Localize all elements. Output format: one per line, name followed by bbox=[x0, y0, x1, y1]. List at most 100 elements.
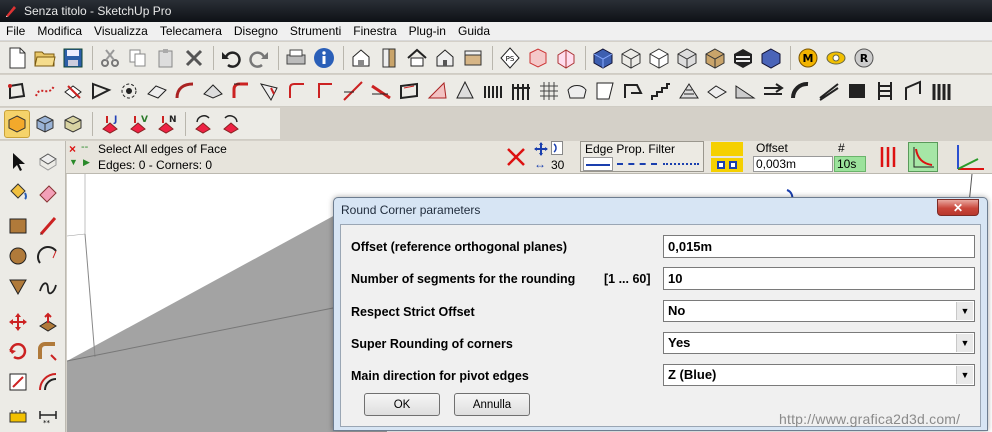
rotate-joint-icon[interactable] bbox=[190, 110, 216, 138]
wireframe-icon[interactable] bbox=[618, 44, 644, 72]
box-icon[interactable] bbox=[460, 44, 486, 72]
segments-input[interactable] bbox=[663, 267, 975, 290]
frame-icon[interactable] bbox=[396, 77, 422, 105]
back-edges-icon[interactable] bbox=[553, 44, 579, 72]
stairs-icon[interactable] bbox=[648, 77, 674, 105]
curve-graph-icon[interactable] bbox=[908, 142, 938, 172]
menu-file[interactable]: File bbox=[0, 22, 31, 41]
menu-visualizza[interactable]: Visualizza bbox=[88, 22, 154, 41]
freehand-icon[interactable] bbox=[34, 271, 62, 301]
angle-icon[interactable] bbox=[312, 77, 338, 105]
pillars-icon[interactable] bbox=[480, 77, 506, 105]
surface-icon[interactable] bbox=[564, 77, 590, 105]
tape-measure-icon[interactable] bbox=[4, 401, 32, 431]
pencil-line-icon[interactable] bbox=[34, 211, 62, 241]
shape-icon[interactable] bbox=[592, 77, 618, 105]
loft-icon[interactable] bbox=[144, 77, 170, 105]
hidden-edge-option[interactable] bbox=[663, 163, 699, 165]
menu-telecamera[interactable]: Telecamera bbox=[154, 22, 228, 41]
chevron-down-icon[interactable]: ▼ bbox=[956, 366, 973, 384]
new-file-icon[interactable] bbox=[4, 44, 30, 72]
red-bars-icon[interactable] bbox=[878, 145, 902, 172]
super-rounding-select[interactable]: Yes ▼ bbox=[663, 332, 975, 354]
make-component-icon[interactable] bbox=[348, 44, 374, 72]
redo-icon[interactable] bbox=[246, 44, 272, 72]
block-icon[interactable] bbox=[844, 77, 870, 105]
offset-tool-icon[interactable] bbox=[34, 367, 62, 397]
component-icon[interactable] bbox=[34, 147, 62, 177]
strict-offset-select[interactable]: No ▼ bbox=[663, 300, 975, 322]
monochrome-icon[interactable] bbox=[730, 44, 756, 72]
sweep-icon[interactable] bbox=[172, 77, 198, 105]
save-icon[interactable] bbox=[60, 44, 86, 72]
joint-v-icon[interactable]: V bbox=[125, 110, 151, 138]
plugin-m-icon[interactable]: M bbox=[795, 44, 821, 72]
joint-n-icon[interactable]: N bbox=[153, 110, 179, 138]
dimension-icon[interactable]: ** bbox=[34, 401, 62, 431]
axes-icon[interactable] bbox=[954, 143, 986, 174]
component-ps-icon[interactable]: PS bbox=[497, 44, 523, 72]
menu-finestra[interactable]: Finestra bbox=[347, 22, 402, 41]
dialog-close-button[interactable]: ✕ bbox=[937, 199, 979, 216]
textured-icon[interactable] bbox=[702, 44, 728, 72]
corner-mode-toggle[interactable] bbox=[711, 158, 743, 172]
scale-icon[interactable] bbox=[4, 367, 32, 397]
joint-j-icon[interactable]: J bbox=[97, 110, 123, 138]
roof-icon[interactable] bbox=[200, 77, 226, 105]
follow-me-icon[interactable] bbox=[34, 337, 62, 367]
move-icon[interactable] bbox=[4, 307, 32, 337]
polyline-icon[interactable] bbox=[4, 77, 30, 105]
eraser-icon[interactable] bbox=[34, 177, 62, 207]
extrude-icon[interactable] bbox=[60, 77, 86, 105]
curve-icon[interactable] bbox=[620, 77, 646, 105]
soft-edge-option[interactable] bbox=[617, 163, 657, 165]
circle-icon[interactable] bbox=[4, 241, 32, 271]
triangle-icon[interactable] bbox=[424, 77, 450, 105]
plugin-tag-icon[interactable] bbox=[823, 44, 849, 72]
print-icon[interactable] bbox=[283, 44, 309, 72]
undo-icon[interactable] bbox=[218, 44, 244, 72]
arrows-icon[interactable] bbox=[760, 77, 786, 105]
offset-input[interactable] bbox=[663, 235, 975, 258]
menu-disegno[interactable]: Disegno bbox=[228, 22, 284, 41]
trim-icon[interactable] bbox=[368, 77, 394, 105]
railing-icon[interactable] bbox=[816, 77, 842, 105]
info-icon[interactable] bbox=[311, 44, 337, 72]
cone-icon[interactable] bbox=[452, 77, 478, 105]
rotate-icon[interactable] bbox=[4, 337, 32, 367]
sharp-box-icon[interactable] bbox=[32, 110, 58, 138]
menu-modifica[interactable]: Modifica bbox=[31, 22, 88, 41]
chevron-down-icon[interactable]: ▼ bbox=[956, 334, 973, 352]
edge-filter-panel[interactable]: Edge Prop. Filter bbox=[580, 141, 704, 172]
cancel-button[interactable]: Annulla bbox=[454, 393, 530, 416]
chevron-down-icon[interactable]: ▼ bbox=[956, 302, 973, 320]
house-icon[interactable] bbox=[432, 44, 458, 72]
cut-icon[interactable] bbox=[97, 44, 123, 72]
round-corner-icon[interactable] bbox=[228, 77, 254, 105]
grid-icon[interactable] bbox=[536, 77, 562, 105]
plain-edge-option[interactable] bbox=[583, 157, 613, 171]
menu-strumenti[interactable]: Strumenti bbox=[284, 22, 347, 41]
blue-cube-icon[interactable] bbox=[758, 44, 784, 72]
arc-toggle-icon[interactable] bbox=[551, 141, 563, 155]
post-icon[interactable] bbox=[900, 77, 926, 105]
copy-icon[interactable] bbox=[125, 44, 151, 72]
corner-icon[interactable] bbox=[284, 77, 310, 105]
paint-bucket-icon[interactable] bbox=[4, 177, 32, 207]
corner-color-swatch[interactable] bbox=[711, 142, 743, 156]
bevel-box-icon[interactable] bbox=[60, 110, 86, 138]
cancel-x-icon[interactable]: × bbox=[69, 142, 76, 156]
pivot-direction-select[interactable]: Z (Blue) ▼ bbox=[663, 364, 975, 386]
arc-stairs-icon[interactable] bbox=[788, 77, 814, 105]
push-pull-icon[interactable] bbox=[34, 307, 62, 337]
round-box-icon[interactable] bbox=[4, 109, 30, 138]
flight-icon[interactable] bbox=[704, 77, 730, 105]
shaded-icon[interactable] bbox=[674, 44, 700, 72]
arc-icon[interactable] bbox=[34, 241, 62, 271]
count-value-field[interactable]: 10s bbox=[834, 156, 866, 172]
menu-guida[interactable]: Guida bbox=[452, 22, 496, 41]
menu-plugin[interactable]: Plug-in bbox=[403, 22, 452, 41]
ladder-icon[interactable] bbox=[872, 77, 898, 105]
hidden-line-icon[interactable] bbox=[646, 44, 672, 72]
plugin-r-icon[interactable]: R bbox=[851, 44, 877, 72]
